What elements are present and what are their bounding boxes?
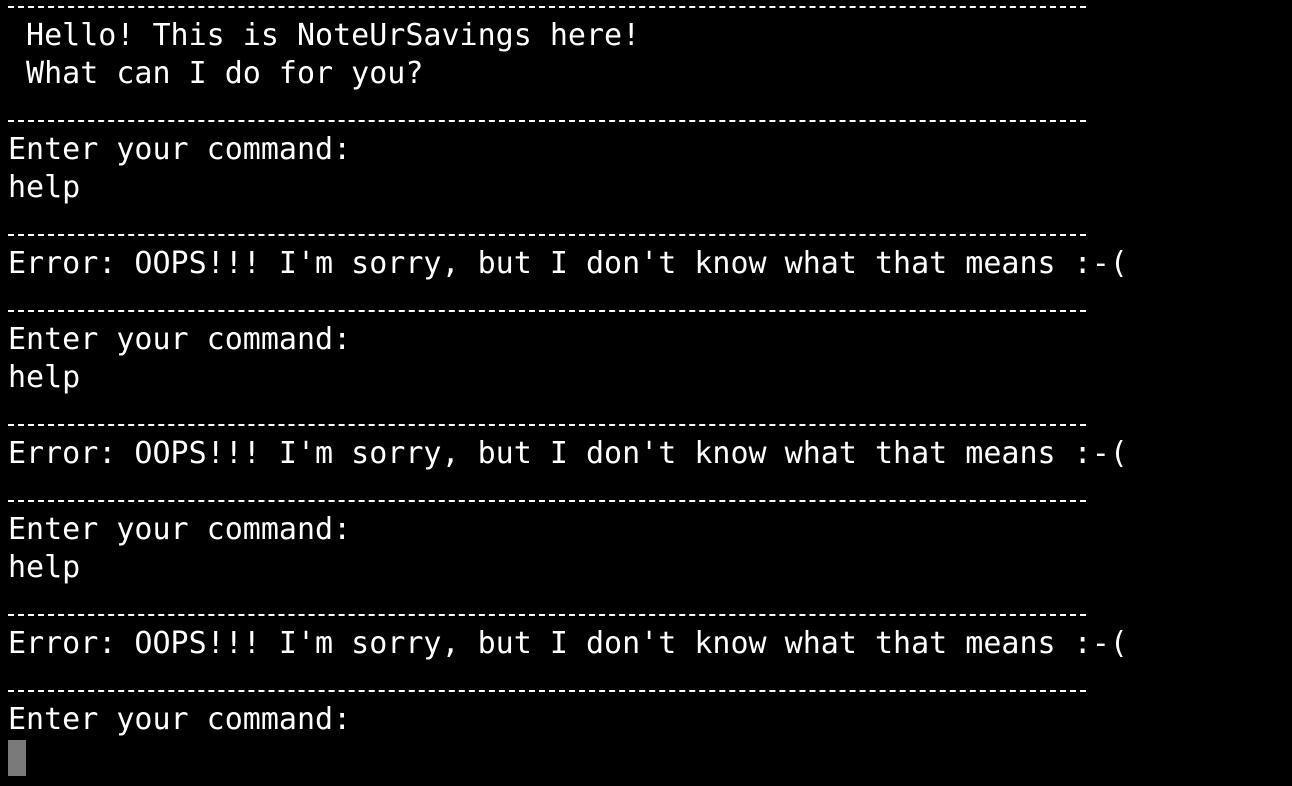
terminal-window[interactable]: Hello! This is NoteUrSavings here! What …: [0, 0, 1292, 786]
command-input-echo: help: [8, 550, 81, 585]
command-input-echo: help: [8, 360, 81, 395]
greeting-line: What can I do for you?: [8, 56, 424, 91]
command-prompt: Enter your command:: [8, 322, 352, 357]
error-message: Error: OOPS!!! I'm sorry, but I don't kn…: [8, 246, 1128, 281]
separator-line: [8, 234, 1086, 236]
command-input-line[interactable]: [8, 739, 1108, 777]
command-prompt: Enter your command:: [8, 132, 352, 167]
separator-line: [8, 310, 1086, 312]
separator-line: [8, 614, 1086, 616]
command-prompt: Enter your command:: [8, 702, 352, 737]
block-cursor-icon: [8, 740, 26, 776]
separator-line: [8, 6, 1086, 8]
greeting-line: Hello! This is NoteUrSavings here!: [8, 18, 641, 53]
separator-line: [8, 690, 1086, 692]
separator-line: [8, 500, 1086, 502]
command-prompt: Enter your command:: [8, 512, 352, 547]
error-message: Error: OOPS!!! I'm sorry, but I don't kn…: [8, 626, 1128, 661]
command-input-echo: help: [8, 170, 81, 205]
separator-line: [8, 120, 1086, 122]
separator-line: [8, 424, 1086, 426]
error-message: Error: OOPS!!! I'm sorry, but I don't kn…: [8, 436, 1128, 471]
